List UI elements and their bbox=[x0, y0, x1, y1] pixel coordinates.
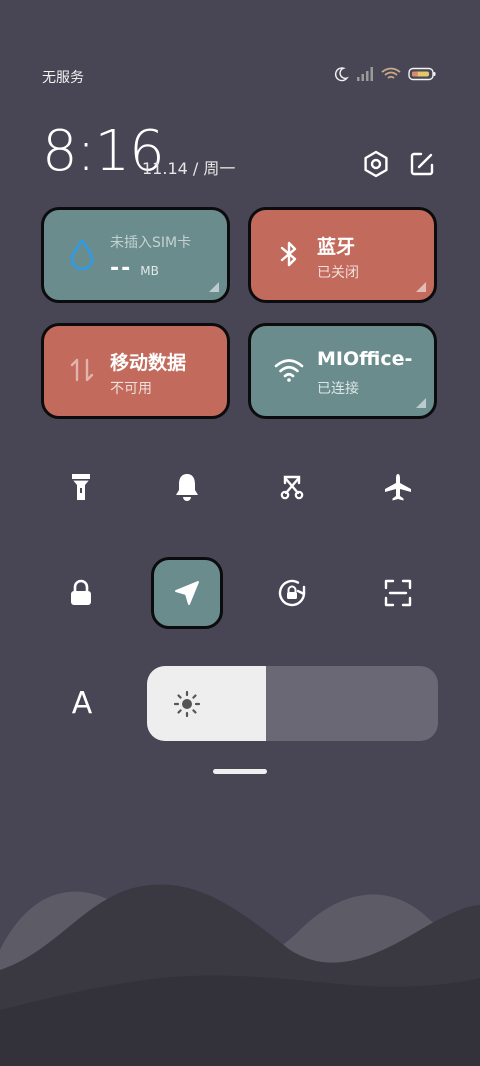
data-usage-value: -- bbox=[110, 256, 133, 281]
sim-status-label: 未插入SIM卡 bbox=[110, 235, 192, 251]
location-toggle[interactable] bbox=[151, 557, 223, 629]
mobile-data-status: 不可用 bbox=[110, 381, 152, 397]
wave-decoration bbox=[0, 884, 480, 1066]
header: 8:16 11.14 / 周一 bbox=[42, 120, 436, 184]
expand-corner-icon bbox=[209, 282, 219, 292]
sim-data-usage-tile[interactable]: 未插入SIM卡 -- MB bbox=[41, 207, 230, 303]
airplane-icon bbox=[385, 474, 411, 501]
rotation-lock-icon bbox=[278, 579, 306, 607]
drag-handle[interactable] bbox=[213, 769, 267, 774]
bluetooth-tile[interactable]: 蓝牙 已关闭 bbox=[248, 207, 437, 303]
mobile-data-label: 移动数据 bbox=[110, 352, 187, 374]
flashlight-icon bbox=[72, 474, 90, 500]
brightness-slider[interactable] bbox=[147, 666, 438, 741]
wifi-icon bbox=[381, 67, 401, 79]
data-arrows-icon bbox=[70, 358, 94, 382]
sun-icon bbox=[173, 690, 201, 718]
settings-button[interactable] bbox=[362, 150, 390, 178]
wifi-icon bbox=[274, 359, 304, 382]
wifi-status: 已连接 bbox=[317, 381, 359, 397]
mobile-data-tile[interactable]: 移动数据 不可用 bbox=[41, 323, 230, 419]
brightness-slider-fill bbox=[147, 666, 267, 741]
location-icon bbox=[175, 581, 199, 605]
rotation-lock-toggle[interactable] bbox=[264, 565, 320, 621]
scan-icon bbox=[384, 579, 412, 607]
battery-icon bbox=[408, 67, 436, 81]
expand-corner-icon bbox=[416, 282, 426, 292]
lock-icon bbox=[71, 579, 91, 605]
status-icons bbox=[333, 66, 436, 82]
wifi-network-name: MIOffice- bbox=[317, 348, 413, 370]
moon-icon bbox=[334, 67, 349, 82]
carrier-label: 无服务 bbox=[42, 70, 84, 86]
edit-icon bbox=[410, 152, 434, 176]
data-usage-unit: MB bbox=[140, 264, 159, 278]
screenshot-toggle[interactable] bbox=[264, 459, 320, 515]
expand-corner-icon bbox=[416, 398, 426, 408]
sim-data-value: -- MB bbox=[110, 256, 159, 281]
bluetooth-label: 蓝牙 bbox=[317, 236, 356, 258]
status-bar: 无服务 bbox=[42, 64, 436, 88]
auto-brightness-label: A bbox=[71, 686, 93, 721]
sound-toggle[interactable] bbox=[159, 459, 215, 515]
wifi-tile[interactable]: MIOffice- 已连接 bbox=[248, 323, 437, 419]
bluetooth-status: 已关闭 bbox=[317, 265, 359, 281]
droplet-icon bbox=[70, 238, 94, 270]
screenshot-icon bbox=[280, 475, 304, 500]
bell-icon bbox=[176, 474, 198, 501]
flashlight-toggle[interactable] bbox=[53, 459, 109, 515]
edit-button[interactable] bbox=[408, 150, 436, 178]
lock-screen-toggle[interactable] bbox=[53, 565, 109, 621]
settings-icon bbox=[364, 150, 388, 178]
bluetooth-icon bbox=[280, 241, 297, 267]
date-label: 11.14 / 周一 bbox=[142, 159, 236, 178]
signal-icon bbox=[357, 67, 373, 81]
auto-brightness-button[interactable]: A bbox=[62, 686, 102, 722]
scan-toggle[interactable] bbox=[370, 565, 426, 621]
airplane-mode-toggle[interactable] bbox=[370, 459, 426, 515]
